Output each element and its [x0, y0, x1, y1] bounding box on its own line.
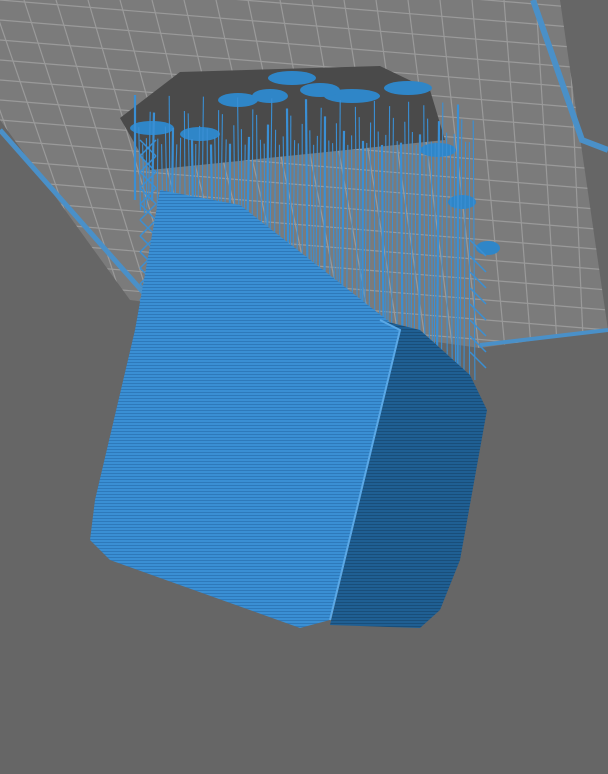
support-strut — [446, 132, 448, 375]
support-brace — [469, 351, 487, 369]
support-pad — [448, 195, 476, 209]
support-pad — [384, 81, 432, 95]
support-strut — [418, 134, 422, 353]
support-strut — [399, 142, 404, 355]
3d-print-preview-viewport[interactable] — [0, 0, 608, 774]
scene-canvas[interactable] — [0, 0, 608, 774]
support-strut — [156, 138, 159, 210]
support-pad — [268, 71, 316, 85]
support-pad — [252, 89, 288, 103]
support-pad — [476, 241, 500, 255]
support-pad — [130, 121, 174, 135]
support-strut — [361, 140, 365, 323]
support-strut — [408, 101, 410, 354]
support-pad — [300, 83, 340, 97]
